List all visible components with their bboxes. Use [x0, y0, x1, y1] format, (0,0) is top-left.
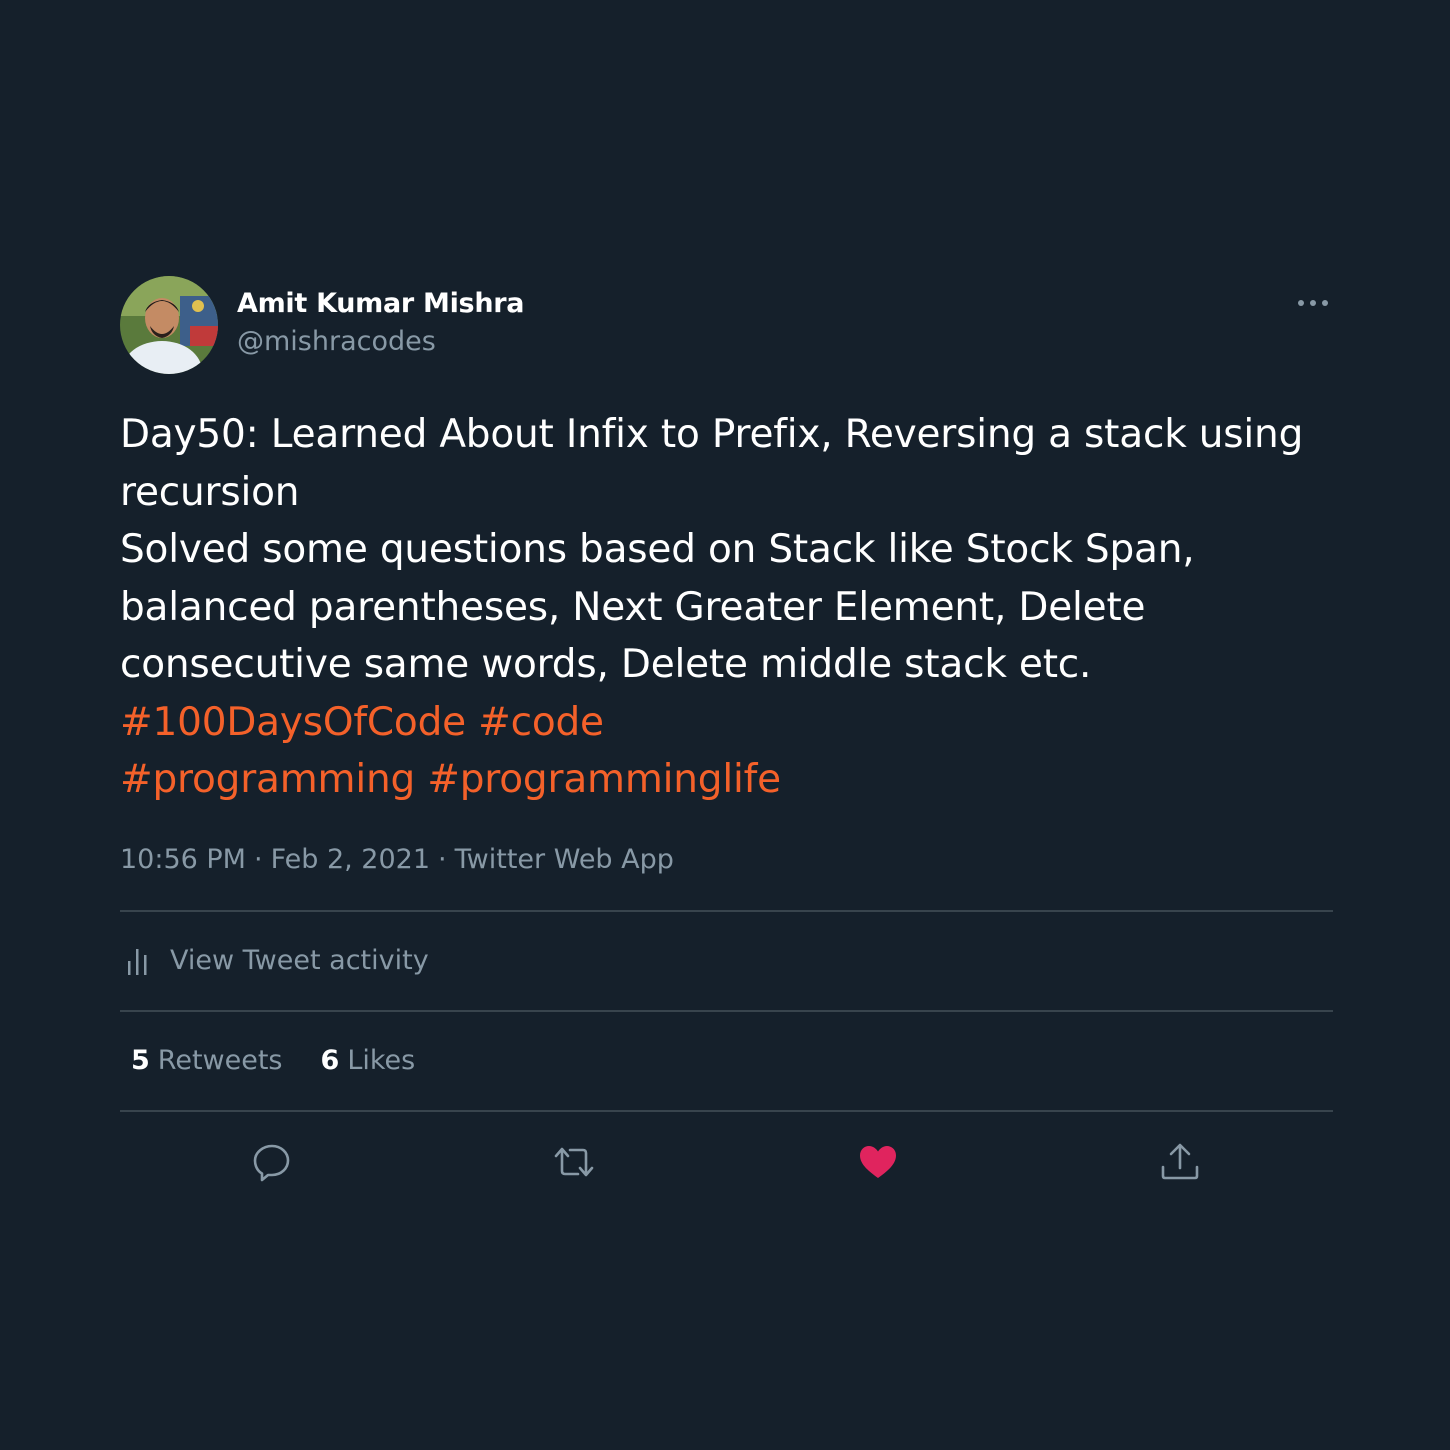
- view-tweet-activity-label: View Tweet activity: [170, 945, 429, 976]
- hashtag-programminglife[interactable]: #programminglife: [427, 757, 781, 802]
- heart-icon: [860, 1145, 896, 1178]
- view-tweet-activity-button[interactable]: View Tweet activity: [120, 912, 1333, 1010]
- tweet-text-line: Solved some questions based on Stack lik…: [120, 527, 1195, 572]
- tweet-time[interactable]: 10:56 PM: [120, 844, 246, 875]
- like-button[interactable]: [856, 1140, 900, 1184]
- retweets-label: Retweets: [157, 1045, 283, 1076]
- tweet-actions: [120, 1112, 1333, 1212]
- author-info: Amit Kumar Mishra @mishracodes: [237, 287, 524, 359]
- tweet-date[interactable]: Feb 2, 2021: [271, 844, 430, 875]
- meta-separator: ·: [438, 843, 447, 875]
- hashtag-100daysofcode[interactable]: #100DaysOfCode: [120, 700, 466, 745]
- retweet-icon: [554, 1147, 594, 1176]
- hashtag-line: #100DaysOfCode #code: [120, 694, 1333, 752]
- likes-label: Likes: [347, 1045, 416, 1076]
- tweet-text-line: recursion: [120, 469, 300, 515]
- meta-separator: ·: [253, 843, 263, 875]
- reply-icon: [253, 1144, 290, 1181]
- author-handle[interactable]: @mishracodes: [237, 325, 524, 359]
- retweets-stat[interactable]: 5 Retweets: [131, 1045, 283, 1076]
- tweet-text-line: balanced parentheses, Next Greater Eleme…: [120, 584, 1146, 630]
- likes-stat[interactable]: 6 Likes: [321, 1045, 416, 1076]
- retweets-count: 5: [131, 1045, 150, 1076]
- likes-count: 6: [320, 1045, 340, 1076]
- share-button[interactable]: [1158, 1140, 1202, 1184]
- tweet-text: Day50: Learned About Infix to Prefix, Re…: [120, 406, 1333, 809]
- hashtag-programming[interactable]: #programming: [120, 757, 415, 802]
- tweet-meta: 10:56 PM · Feb 2, 2021 · Twitter Web App: [120, 842, 1333, 878]
- avatar[interactable]: [120, 276, 218, 374]
- more-options-button[interactable]: [1293, 291, 1333, 315]
- hashtag-code[interactable]: #code: [478, 700, 604, 745]
- reply-button[interactable]: [250, 1140, 294, 1184]
- avatar-image: [120, 276, 218, 374]
- share-icon: [1161, 1143, 1199, 1179]
- tweet-text-line: Day50: Learned About Infix to Prefix, Re…: [120, 412, 1304, 457]
- tweet-stats: 5 Retweets 6 Likes: [120, 1012, 1333, 1110]
- author-display-name[interactable]: Amit Kumar Mishra: [237, 287, 524, 321]
- tweet-card: Amit Kumar Mishra @mishracodes Day50: Le…: [120, 275, 1333, 1212]
- bar-chart-icon: [128, 948, 147, 975]
- retweet-button[interactable]: [552, 1140, 596, 1184]
- tweet-text-line: consecutive same words, Delete middle st…: [120, 642, 1092, 687]
- more-dots-icon: [1298, 300, 1328, 306]
- tweet-header: Amit Kumar Mishra @mishracodes: [120, 275, 1333, 375]
- tweet-source[interactable]: Twitter Web App: [455, 844, 674, 875]
- hashtag-line: #programming #programminglife: [120, 751, 1333, 809]
